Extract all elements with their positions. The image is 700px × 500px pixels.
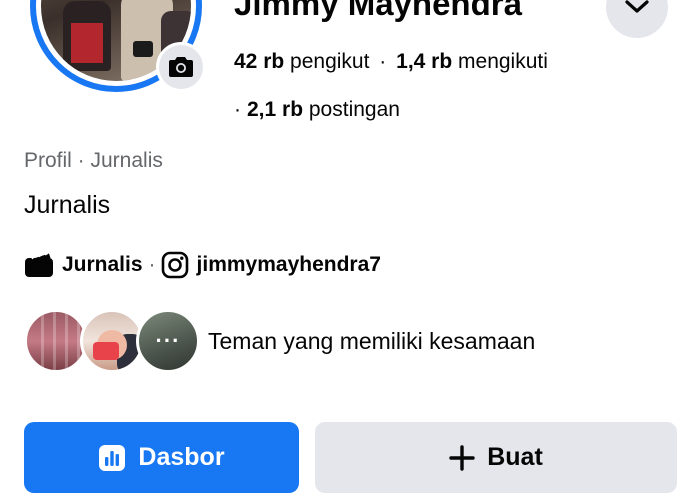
instagram-icon <box>161 251 189 279</box>
mutual-friends-avatars: ··· <box>24 309 202 373</box>
followers-count: 42 rb <box>234 50 285 73</box>
dashboard-button[interactable]: Dasbor <box>24 422 299 493</box>
mutual-friend-avatar <box>24 309 88 373</box>
posts-label: postingan <box>308 98 400 121</box>
profile-category: Profil · Jurnalis <box>24 149 163 172</box>
stats-separator: · <box>234 98 241 121</box>
profile-options-button[interactable] <box>606 0 668 38</box>
plus-icon <box>449 444 475 471</box>
profile-links: Jurnalis · jimmymayhendra7 <box>24 249 381 281</box>
links-separator: · <box>148 253 156 276</box>
following-count: 1,4 rb <box>396 50 453 73</box>
create-button[interactable]: Buat <box>315 422 677 493</box>
posts-count: 2,1 rb <box>247 98 304 121</box>
dashboard-label: Dasbor <box>138 443 225 471</box>
create-label: Buat <box>487 443 543 471</box>
instagram-link[interactable]: jimmymayhendra7 <box>197 253 381 277</box>
profile-stats-posts: · 2,1 rb postingan <box>234 95 400 125</box>
clapperboard-icon <box>24 252 54 278</box>
mutual-friend-avatar <box>80 309 144 373</box>
work-link[interactable]: Jurnalis <box>62 253 143 277</box>
camera-icon <box>169 57 193 77</box>
stats-separator: · <box>379 50 387 73</box>
change-photo-button[interactable] <box>156 42 206 92</box>
more-dots: ··· <box>155 328 181 353</box>
profile-stats: 42 rb pengikut · 1,4 rb mengikuti <box>234 47 548 77</box>
profile-name: Jimmy Mayhendra <box>234 0 522 22</box>
following-label: mengikuti <box>458 50 548 73</box>
bar-chart-icon <box>99 444 126 471</box>
mutual-friends[interactable]: ··· Teman yang memiliki kesamaan <box>24 309 535 373</box>
mutual-friends-label: Teman yang memiliki kesamaan <box>208 328 536 354</box>
mutual-friend-avatar-more: ··· <box>136 309 200 373</box>
posts-link[interactable]: 2,1 rb postingan <box>247 98 400 121</box>
chevron-down-icon <box>625 0 649 13</box>
followers-link[interactable]: 42 rb pengikut <box>234 50 369 73</box>
followers-label: pengikut <box>290 50 370 73</box>
profile-bio: Jurnalis <box>24 191 111 219</box>
following-link[interactable]: 1,4 rb mengikuti <box>396 50 548 73</box>
